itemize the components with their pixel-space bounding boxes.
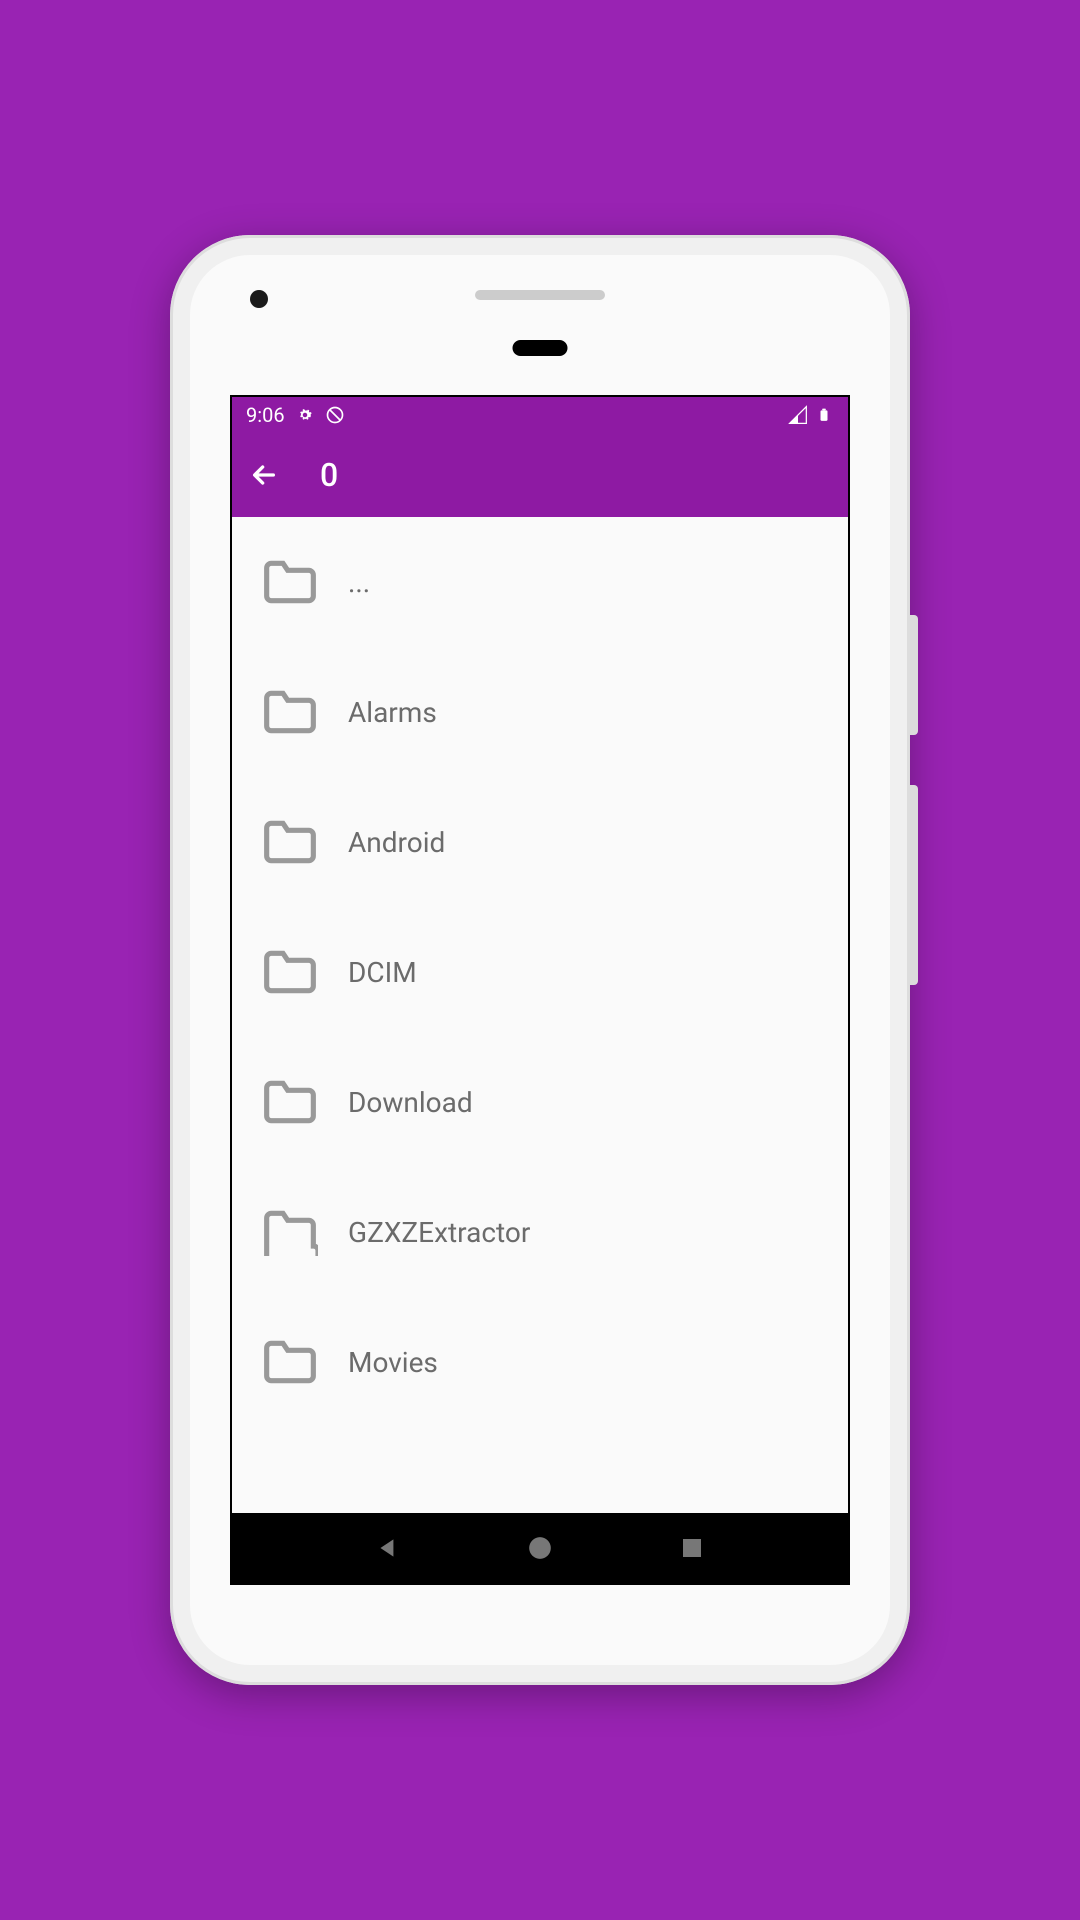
back-button[interactable] [244,455,284,495]
phone-notch-pill [513,340,568,356]
power-button-physical [910,615,918,735]
settings-gear-icon [295,405,315,425]
file-name-label: Android [348,826,445,859]
status-bar: 9:06 [232,397,848,433]
list-item[interactable]: Alarms [232,647,848,777]
file-name-label: Alarms [348,696,437,729]
list-item[interactable]: DCIM [232,907,848,1037]
nav-back-button[interactable] [368,1528,408,1568]
folder-icon [262,1078,318,1126]
phone-speaker [475,290,605,300]
folder-icon [262,558,318,606]
arrow-left-icon [248,459,280,491]
front-camera [250,290,268,308]
app-bar: 0 [232,433,848,517]
navigation-bar [232,1513,848,1583]
folder-icon [262,818,318,866]
file-name-label: GZXZExtractor [348,1216,530,1249]
nav-home-button[interactable] [520,1528,560,1568]
circle-home-icon [527,1535,553,1561]
nav-recent-button[interactable] [672,1528,712,1568]
phone-screen: 9:06 [230,395,850,1585]
status-left: 9:06 [246,403,345,427]
list-item[interactable]: Movies [232,1297,848,1427]
file-list[interactable]: ... Alarms Android DCIM Download [232,517,848,1513]
file-name-label: ... [348,566,370,599]
page-title: 0 [320,456,338,494]
list-item[interactable]: Download [232,1037,848,1167]
phone-device-frame: 9:06 [170,235,910,1685]
triangle-back-icon [375,1535,401,1561]
status-time: 9:06 [246,403,285,427]
folder-icon [262,1338,318,1386]
file-name-label: Movies [348,1346,438,1379]
file-name-label: DCIM [348,956,417,989]
folder-icon [262,1208,318,1256]
list-item[interactable]: GZXZExtractor [232,1167,848,1297]
file-name-label: Download [348,1086,473,1119]
folder-icon [262,688,318,736]
signal-icon [788,405,808,425]
do-not-disturb-icon [325,405,345,425]
list-item[interactable]: ... [232,517,848,647]
square-recent-icon [680,1536,704,1560]
folder-icon [262,948,318,996]
volume-button-physical [910,785,918,985]
battery-icon [814,405,834,425]
status-right [788,405,834,425]
list-item[interactable]: Android [232,777,848,907]
